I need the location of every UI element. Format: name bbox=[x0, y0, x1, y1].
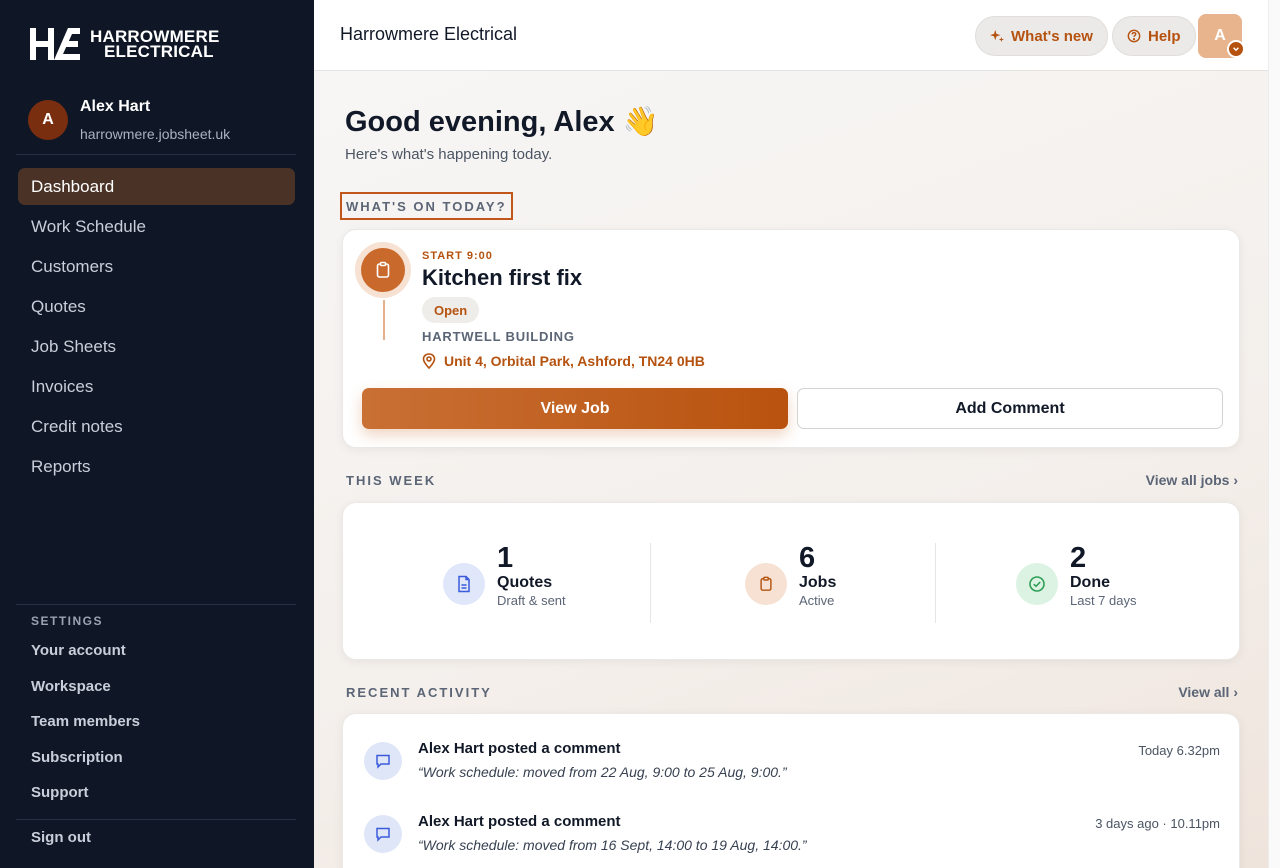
clipboard-icon bbox=[361, 248, 405, 292]
logo-mark-icon bbox=[30, 28, 80, 60]
stat-quotes-sub: Draft & sent bbox=[497, 593, 566, 608]
nav-item-job-sheets[interactable]: Job Sheets bbox=[18, 328, 295, 365]
nav-item-work-schedule[interactable]: Work Schedule bbox=[18, 208, 295, 245]
settings-section: SETTINGS Your account Workspace Team mem… bbox=[31, 614, 140, 820]
map-pin-icon bbox=[422, 353, 436, 369]
settings-title: SETTINGS bbox=[31, 614, 104, 628]
dashboard-main: Good evening, Alex 👋 Here's what's happe… bbox=[314, 71, 1268, 868]
job-icon-ring bbox=[355, 242, 411, 298]
timeline-line bbox=[383, 300, 385, 340]
stat-jobs-sub: Active bbox=[799, 593, 835, 608]
stat-done-value: 2 bbox=[1070, 542, 1087, 574]
scrollbar[interactable] bbox=[1268, 0, 1280, 868]
check-circle-icon bbox=[1016, 563, 1058, 605]
greeting-heading: Good evening, Alex 👋 bbox=[345, 106, 659, 138]
activity-title: Alex Hart posted a comment bbox=[418, 813, 621, 830]
clipboard-icon bbox=[745, 563, 787, 605]
brand-logo[interactable]: HARROWMERE ELECTRICAL bbox=[30, 28, 220, 60]
nav-item-invoices[interactable]: Invoices bbox=[18, 368, 295, 405]
today-section-label: WHAT'S ON TODAY? bbox=[340, 192, 513, 220]
job-client: HARTWELL BUILDING bbox=[422, 329, 575, 344]
activity-title: Alex Hart posted a comment bbox=[418, 740, 621, 757]
settings-item-subscription[interactable]: Subscription bbox=[31, 749, 140, 785]
chevron-down-icon bbox=[1227, 40, 1245, 58]
whats-new-button[interactable]: What's new bbox=[975, 16, 1108, 56]
nav-item-dashboard[interactable]: Dashboard bbox=[18, 168, 295, 205]
main-nav: Dashboard Work Schedule Customers Quotes… bbox=[18, 168, 295, 488]
activity-time: Today 6.32pm bbox=[1138, 743, 1220, 758]
settings-item-workspace[interactable]: Workspace bbox=[31, 678, 140, 714]
this-week-label: THIS WEEK bbox=[346, 473, 437, 488]
add-comment-button[interactable]: Add Comment bbox=[797, 388, 1223, 429]
nav-item-customers[interactable]: Customers bbox=[18, 248, 295, 285]
stat-jobs-name: Jobs bbox=[799, 574, 837, 591]
stat-done-name: Done bbox=[1070, 574, 1110, 591]
sign-out-link[interactable]: Sign out bbox=[31, 829, 91, 846]
nav-item-quotes[interactable]: Quotes bbox=[18, 288, 295, 325]
account-menu-avatar[interactable]: A bbox=[1198, 14, 1245, 58]
logo-text: HARROWMERE ELECTRICAL bbox=[90, 28, 220, 61]
whats-new-label: What's new bbox=[1011, 27, 1093, 45]
settings-item-support[interactable]: Support bbox=[31, 784, 140, 820]
help-label: Help bbox=[1148, 27, 1181, 45]
sidebar-divider bbox=[16, 604, 296, 605]
recent-activity-card: Alex Hart posted a comment “Work schedul… bbox=[342, 713, 1240, 868]
user-profile[interactable]: A Alex Hart harrowmere.jobsheet.uk bbox=[28, 98, 230, 142]
settings-item-team-members[interactable]: Team members bbox=[31, 713, 140, 749]
job-address-text: Unit 4, Orbital Park, Ashford, TN24 0HB bbox=[444, 353, 705, 369]
activity-text: “Work schedule: moved from 22 Aug, 9:00 … bbox=[418, 764, 787, 780]
nav-item-credit-notes[interactable]: Credit notes bbox=[18, 408, 295, 445]
stat-divider bbox=[935, 543, 936, 623]
job-start-time: START 9:00 bbox=[422, 250, 493, 262]
view-all-jobs-link[interactable]: View all jobs › bbox=[1146, 472, 1238, 488]
document-icon bbox=[443, 563, 485, 605]
view-job-button[interactable]: View Job bbox=[362, 388, 788, 429]
stat-done[interactable]: 2 Done Last 7 days bbox=[1016, 543, 1137, 608]
this-week-card: 1 Quotes Draft & sent 6 Jobs Active 2 Do… bbox=[342, 502, 1240, 660]
job-title[interactable]: Kitchen first fix bbox=[422, 265, 582, 291]
avatar: A bbox=[28, 100, 68, 140]
stat-done-sub: Last 7 days bbox=[1070, 593, 1137, 608]
logo-line-2: ELECTRICAL bbox=[104, 42, 214, 61]
comment-icon bbox=[364, 742, 402, 780]
recent-activity-label: RECENT ACTIVITY bbox=[346, 685, 492, 700]
settings-item-your-account[interactable]: Your account bbox=[31, 642, 140, 678]
activity-text: “Work schedule: moved from 16 Sept, 14:0… bbox=[418, 837, 807, 853]
avatar-initial: A bbox=[1214, 27, 1226, 44]
top-bar: Harrowmere Electrical What's new Help A bbox=[314, 0, 1268, 71]
comment-icon bbox=[364, 815, 402, 853]
stat-quotes[interactable]: 1 Quotes Draft & sent bbox=[443, 543, 566, 608]
stat-jobs-value: 6 bbox=[799, 542, 816, 574]
job-address[interactable]: Unit 4, Orbital Park, Ashford, TN24 0HB bbox=[422, 353, 705, 369]
stat-quotes-name: Quotes bbox=[497, 574, 553, 591]
nav-item-reports[interactable]: Reports bbox=[18, 448, 295, 485]
sidebar-divider bbox=[16, 819, 296, 820]
user-domain: harrowmere.jobsheet.uk bbox=[80, 126, 231, 142]
view-all-activity-link[interactable]: View all › bbox=[1178, 684, 1238, 700]
help-button[interactable]: Help bbox=[1112, 16, 1196, 56]
user-name: Alex Hart bbox=[80, 98, 151, 115]
workspace-title: Harrowmere Electrical bbox=[340, 24, 518, 44]
job-status-badge: Open bbox=[422, 297, 480, 323]
greeting-subtext: Here's what's happening today. bbox=[345, 146, 553, 163]
sidebar-divider bbox=[16, 154, 296, 155]
stat-jobs[interactable]: 6 Jobs Active bbox=[745, 543, 836, 608]
today-job-card: START 9:00 Kitchen first fix Open HARTWE… bbox=[342, 229, 1240, 448]
sidebar: HARROWMERE ELECTRICAL A Alex Hart harrow… bbox=[0, 0, 314, 868]
activity-time: 3 days ago · 10.11pm bbox=[1095, 816, 1220, 831]
stat-divider bbox=[650, 543, 651, 623]
sparkle-icon bbox=[990, 29, 1004, 43]
help-circle-icon bbox=[1127, 29, 1141, 43]
stat-quotes-value: 1 bbox=[497, 542, 514, 574]
